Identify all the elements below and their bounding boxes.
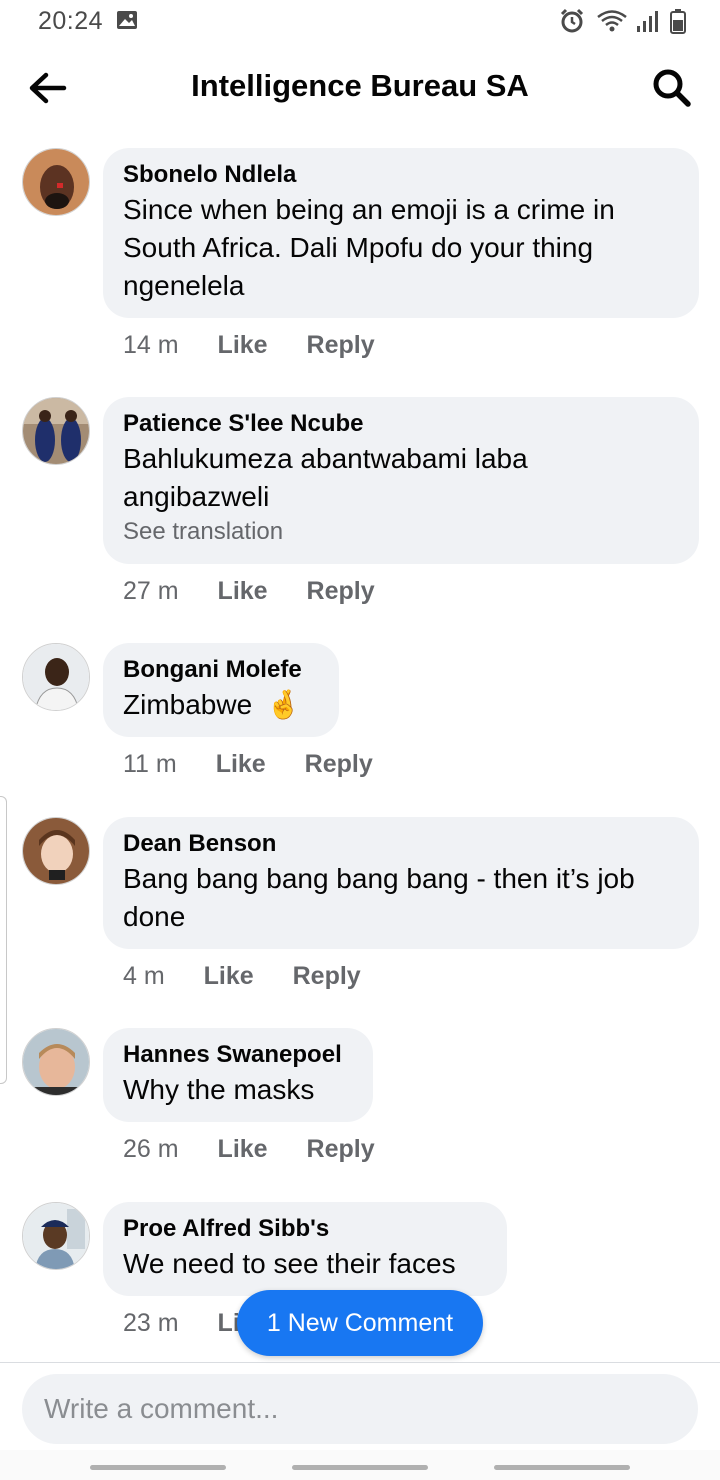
avatar[interactable]	[22, 817, 90, 885]
comment-time[interactable]: 4 m	[123, 962, 165, 991]
comment-line: done	[123, 901, 186, 932]
comment-text: Since when being an emoji is a crime in …	[123, 191, 679, 305]
comment-line: Zimbabwe	[123, 689, 253, 720]
comment-author[interactable]: Dean Benson	[123, 830, 679, 858]
avatar[interactable]	[22, 643, 90, 711]
crossed-fingers-emoji: 🤞	[265, 689, 301, 720]
comment-text: Zimbabwe 🤞	[123, 686, 319, 724]
reply-button[interactable]: Reply	[305, 750, 373, 779]
reply-button[interactable]: Reply	[307, 331, 375, 360]
comment-line: Bang bang bang bang bang - then it’s job	[123, 863, 635, 894]
comment-text: We need to see their faces	[123, 1245, 487, 1283]
comment-line: Since when being an emoji is a crime in	[123, 194, 615, 225]
comment-author[interactable]: Hannes Swanepoel	[123, 1041, 353, 1069]
comment-line: Why the masks	[123, 1074, 315, 1105]
comment-composer	[22, 1374, 698, 1444]
app-bar: Intelligence Bureau SA	[0, 44, 720, 132]
comment-time[interactable]: 23 m	[123, 1309, 179, 1338]
comment-bubble[interactable]: Hannes Swanepoel Why the masks	[103, 1028, 373, 1122]
new-comment-button[interactable]: 1 New Comment	[237, 1290, 483, 1356]
comment-meta: 26 m Like Reply	[123, 1135, 375, 1164]
comment-time[interactable]: 26 m	[123, 1135, 179, 1164]
comment-text: Why the masks	[123, 1071, 353, 1109]
reply-button[interactable]: Reply	[293, 962, 361, 991]
back-arrow-icon[interactable]	[24, 66, 72, 110]
divider	[0, 1362, 720, 1363]
comment-meta: 11 m Like Reply	[123, 750, 373, 779]
see-translation-link[interactable]: See translation	[123, 516, 679, 548]
wifi-icon	[597, 10, 627, 32]
comment-line: We need to see their faces	[123, 1248, 456, 1279]
comment-line: Bahlukumeza abantwabami laba	[123, 443, 528, 474]
comment-bubble[interactable]: Sbonelo Ndlela Since when being an emoji…	[103, 148, 699, 318]
comment-meta: 14 m Like Reply	[123, 331, 375, 360]
status-icons	[559, 8, 686, 34]
comment-line: South Africa. Dali Mpofu do your thing	[123, 232, 594, 263]
comment-time[interactable]: 11 m	[123, 750, 177, 779]
edge-panel-handle[interactable]	[0, 796, 7, 1084]
comment-meta: 27 m Like Reply	[123, 577, 375, 606]
comment-time[interactable]: 14 m	[123, 331, 179, 360]
comment-bubble[interactable]: Patience S'lee Ncube Bahlukumeza abantwa…	[103, 397, 699, 564]
comment-author[interactable]: Proe Alfred Sibb's	[123, 1215, 487, 1243]
search-icon[interactable]	[650, 66, 694, 110]
battery-icon	[670, 9, 686, 34]
comment-line: ngenelela	[123, 270, 245, 301]
nav-home-button[interactable]	[292, 1465, 428, 1470]
comment-line: angibazweli	[123, 481, 270, 512]
system-nav-bar	[0, 1450, 720, 1480]
like-button[interactable]: Like	[218, 577, 268, 606]
image-icon	[117, 11, 137, 29]
comment-bubble[interactable]: Dean Benson Bang bang bang bang bang - t…	[103, 817, 699, 949]
like-button[interactable]: Like	[216, 750, 266, 779]
status-bar: 20:24	[0, 0, 720, 44]
avatar[interactable]	[22, 397, 90, 465]
write-comment-input[interactable]	[22, 1374, 644, 1444]
comment-author[interactable]: Bongani Molefe	[123, 656, 319, 684]
signal-icon	[637, 11, 659, 32]
status-time: 20:24	[38, 7, 104, 35]
comment-text: Bang bang bang bang bang - then it’s job…	[123, 860, 679, 936]
nav-back-button[interactable]	[494, 1465, 630, 1470]
comment-meta: 4 m Like Reply	[123, 962, 361, 991]
alarm-icon	[561, 8, 584, 33]
like-button[interactable]: Like	[204, 962, 254, 991]
comment-bubble[interactable]: Proe Alfred Sibb's We need to see their …	[103, 1202, 507, 1296]
nav-recents-button[interactable]	[90, 1465, 226, 1470]
like-button[interactable]: Like	[218, 1135, 268, 1164]
comment-text: Bahlukumeza abantwabami laba angibazweli	[123, 440, 679, 516]
comment-meta: 23 m Li	[123, 1309, 240, 1338]
reply-button[interactable]: Reply	[307, 577, 375, 606]
avatar[interactable]	[22, 1028, 90, 1096]
avatar[interactable]	[22, 148, 90, 216]
comment-bubble[interactable]: Bongani Molefe Zimbabwe 🤞	[103, 643, 339, 737]
comment-author[interactable]: Sbonelo Ndlela	[123, 161, 679, 189]
page-title: Intelligence Bureau SA	[191, 68, 529, 103]
comment-time[interactable]: 27 m	[123, 577, 179, 606]
reply-button[interactable]: Reply	[307, 1135, 375, 1164]
comment-author[interactable]: Patience S'lee Ncube	[123, 410, 679, 438]
avatar[interactable]	[22, 1202, 90, 1270]
like-button[interactable]: Like	[218, 331, 268, 360]
